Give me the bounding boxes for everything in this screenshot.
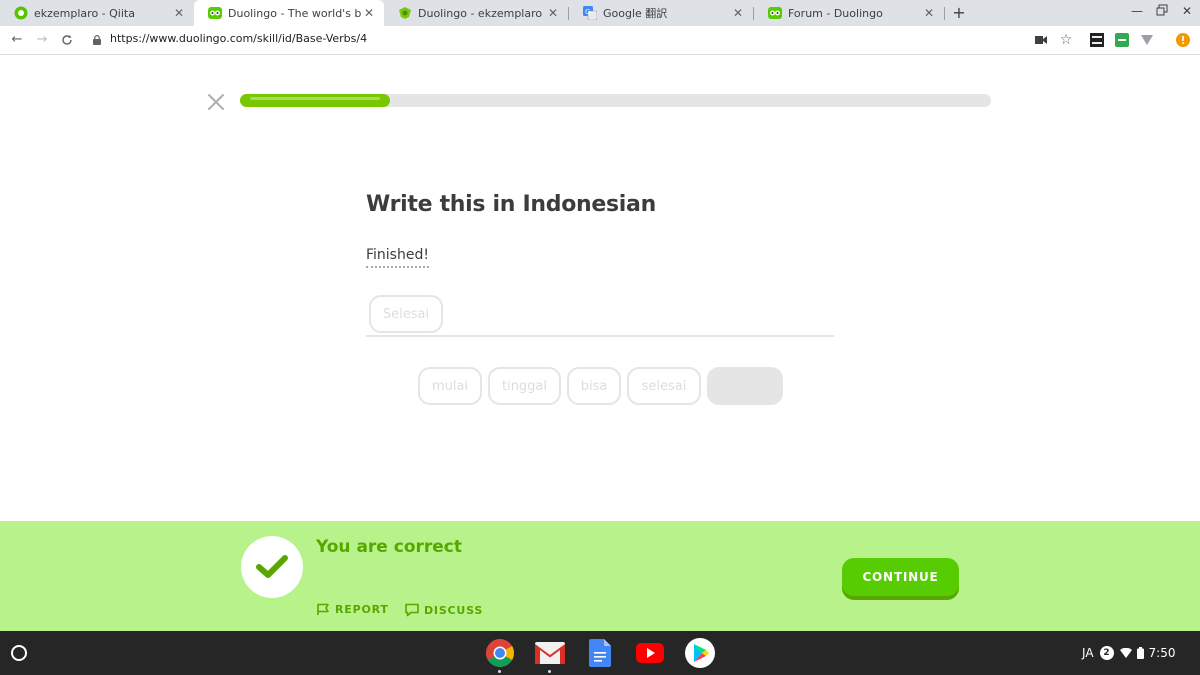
close-icon[interactable]: ✕: [546, 6, 560, 20]
status-tray[interactable]: JA 2 7:50: [1082, 641, 1176, 665]
duolingo-owl-icon: [208, 6, 222, 20]
word-bank-slot-used: [707, 367, 783, 405]
quit-lesson-icon[interactable]: [205, 91, 227, 113]
play-store-icon[interactable]: [684, 637, 716, 669]
chrome-icon[interactable]: [484, 637, 516, 669]
lock-icon: [93, 35, 101, 45]
answer-word-chip[interactable]: Selesai: [369, 295, 443, 333]
tab-title: Duolingo - ekzemplaro @ duome: [418, 6, 546, 20]
bookmark-star-icon[interactable]: ☆: [1058, 32, 1074, 48]
tab-duolingo-home[interactable]: Duolingo - The world's best way to learn…: [194, 0, 384, 26]
tab-duome[interactable]: Duolingo - ekzemplaro @ duome ✕: [384, 0, 568, 26]
clock: 7:50: [1148, 646, 1176, 660]
answer-line: [366, 335, 834, 337]
screen: ekzemplaro - Qiita ✕ Duolingo - The worl…: [0, 0, 1200, 675]
lesson-progress-highlight: [250, 97, 381, 100]
back-icon[interactable]: ←: [8, 31, 26, 49]
close-icon[interactable]: ✕: [172, 6, 186, 20]
camera-icon[interactable]: [1035, 33, 1047, 47]
tab-title: Google 翻訳: [603, 7, 668, 20]
cors-extension-icon[interactable]: [1114, 33, 1130, 47]
tab-separator: [944, 7, 945, 20]
continue-button[interactable]: CONTINUE: [842, 558, 959, 596]
address-bar[interactable]: https://www.duolingo.com/skill/id/Base-V…: [110, 32, 367, 45]
duome-icon: [398, 6, 412, 20]
speech-bubble-icon: [405, 603, 419, 617]
gmail-icon[interactable]: [534, 637, 566, 669]
running-indicator: [548, 670, 551, 673]
report-label: REPORT: [335, 603, 389, 616]
word-bank-chip[interactable]: mulai: [418, 367, 482, 405]
browser-toolbar: ← → https://www.duolingo.com/skill/id/Ba…: [0, 26, 1200, 55]
close-window-icon[interactable]: ✕: [1178, 4, 1196, 18]
new-tab-button[interactable]: +: [950, 3, 968, 23]
duolingo-owl-icon: [768, 6, 782, 20]
tab-title: Forum - Duolingo: [788, 6, 883, 20]
correct-message: You are correct: [316, 537, 463, 557]
flag-icon: [317, 603, 329, 615]
extension-dropdown-icon[interactable]: [1139, 33, 1155, 47]
svg-text:G: G: [585, 8, 590, 16]
discuss-button[interactable]: DISCUSS: [404, 603, 483, 617]
tab-title: ekzemplaro - Qiita: [34, 6, 135, 20]
discuss-label: DISCUSS: [424, 603, 484, 617]
qiita-icon: [14, 6, 28, 20]
report-button[interactable]: REPORT: [316, 603, 389, 616]
notification-count-badge: 2: [1099, 646, 1114, 660]
youtube-icon[interactable]: [634, 637, 666, 669]
lesson-progress-bar: [240, 94, 991, 107]
result-footer: [0, 521, 1200, 631]
restore-icon[interactable]: [1153, 4, 1171, 19]
google-translate-icon: G: [583, 6, 597, 20]
minimize-icon[interactable]: —: [1128, 4, 1146, 18]
close-icon[interactable]: ✕: [922, 6, 936, 20]
lesson-progress-fill: [240, 94, 391, 107]
correct-badge: [241, 536, 303, 598]
tab-duolingo-forum[interactable]: Forum - Duolingo ✕: [754, 0, 944, 26]
tab-google-translate[interactable]: G Google 翻訳 ✕: [569, 0, 753, 26]
source-sentence[interactable]: Finished!: [366, 247, 429, 268]
word-bank-chip[interactable]: selesai: [627, 367, 701, 405]
ime-indicator: JA: [1082, 646, 1094, 660]
running-indicator: [498, 670, 501, 673]
battery-icon: [1136, 647, 1144, 659]
reload-icon[interactable]: [58, 31, 76, 49]
close-icon[interactable]: ✕: [731, 6, 745, 20]
wifi-icon: [1119, 648, 1132, 658]
binary-extension-icon[interactable]: [1089, 33, 1105, 47]
close-icon[interactable]: ✕: [362, 6, 376, 20]
forward-icon[interactable]: →: [33, 31, 51, 49]
word-bank-chip[interactable]: tinggal: [488, 367, 561, 405]
tab-qiita[interactable]: ekzemplaro - Qiita ✕: [0, 0, 194, 26]
tab-strip: ekzemplaro - Qiita ✕ Duolingo - The worl…: [0, 0, 1200, 26]
checkmark-icon: [256, 555, 288, 578]
challenge-title: Write this in Indonesian: [366, 192, 656, 217]
google-docs-icon[interactable]: [584, 637, 616, 669]
tab-title: Duolingo - The world's best way to learn: [228, 6, 362, 20]
update-alert-icon[interactable]: [1175, 33, 1191, 47]
word-bank-chip[interactable]: bisa: [567, 367, 621, 405]
launcher-icon[interactable]: [11, 645, 27, 661]
